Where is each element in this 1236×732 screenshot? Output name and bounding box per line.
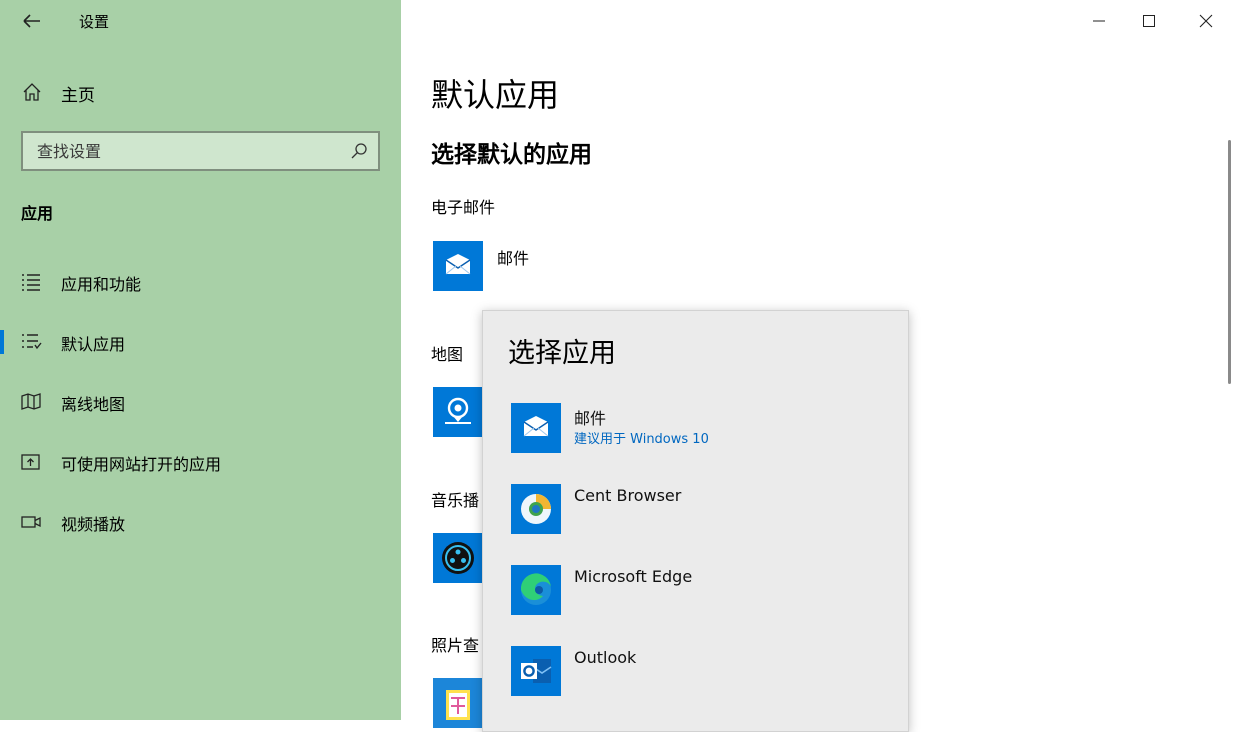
sidebar-item-open-with-website[interactable]: 可使用网站打开的应用 (0, 444, 401, 480)
category-maps-label: 地图 (431, 345, 464, 364)
sidebar-item-label: 离线地图 (61, 395, 126, 414)
cent-browser-icon (521, 494, 551, 524)
video-icon (21, 516, 41, 528)
flyout-item-name: Outlook (574, 648, 637, 667)
section-subtitle: 选择默认的应用 (431, 142, 592, 168)
minimize-button[interactable] (1081, 8, 1117, 34)
music-default-app-tile[interactable] (433, 533, 483, 583)
music-player-icon (442, 542, 474, 574)
outlook-tile (511, 646, 561, 696)
maps-app-icon (445, 397, 471, 424)
recommended-note: 建议用于 Windows 10 (574, 432, 709, 447)
list-icon (22, 274, 40, 291)
flyout-item-cent-browser[interactable]: Cent Browser (483, 474, 908, 546)
sidebar-item-default-apps[interactable]: 默认应用 (0, 324, 401, 360)
flyout-item-microsoft-edge[interactable]: Microsoft Edge (483, 555, 908, 627)
email-default-app-name[interactable]: 邮件 (497, 245, 529, 269)
outlook-icon (521, 659, 552, 683)
search-icon[interactable] (350, 142, 368, 160)
sidebar: 设置 主页 应用 应用和功能 默认应用 离线地图 (0, 0, 401, 720)
mail-icon (523, 416, 549, 437)
sidebar-item-offline-maps[interactable]: 离线地图 (0, 384, 401, 420)
photos-default-app-tile[interactable] (433, 678, 483, 728)
search-input[interactable] (23, 133, 352, 169)
back-button[interactable] (18, 8, 46, 34)
maximize-button[interactable] (1131, 8, 1167, 34)
maps-default-app-tile[interactable] (433, 387, 483, 437)
mail-icon (445, 254, 471, 275)
email-default-app-tile[interactable] (433, 241, 483, 291)
sidebar-item-label: 视频播放 (61, 515, 126, 534)
category-email-label: 电子邮件 (431, 198, 496, 217)
home-nav-item[interactable]: 主页 (0, 78, 401, 108)
search-box[interactable] (21, 131, 380, 171)
map-icon (21, 393, 41, 410)
flyout-item-name: 邮件 (574, 409, 607, 428)
sidebar-item-label: 可使用网站打开的应用 (61, 455, 222, 474)
default-apps-icon (22, 334, 42, 350)
close-button[interactable] (1188, 8, 1224, 34)
edge-tile (511, 565, 561, 615)
flyout-title: 选择应用 (508, 338, 616, 369)
minimize-icon (1093, 20, 1105, 22)
selection-indicator (0, 330, 4, 354)
category-photos-label: 照片查 (431, 636, 480, 655)
sidebar-item-label: 应用和功能 (61, 275, 142, 294)
sidebar-item-label: 默认应用 (61, 335, 126, 354)
flyout-item-mail[interactable]: 邮件 建议用于 Windows 10 (483, 393, 908, 465)
choose-app-flyout: 选择应用 邮件 建议用于 Windows 10 Cent Browser Mic… (482, 310, 909, 732)
photo-viewer-icon (446, 690, 470, 720)
close-icon (1199, 14, 1213, 28)
scrollbar-thumb[interactable] (1228, 140, 1231, 384)
sidebar-item-apps-features[interactable]: 应用和功能 (0, 264, 401, 300)
home-label: 主页 (61, 86, 95, 106)
maximize-icon (1143, 15, 1155, 27)
page-title: 默认应用 (431, 76, 560, 114)
section-heading: 应用 (21, 204, 54, 223)
open-website-icon (21, 454, 40, 470)
flyout-item-name: Cent Browser (574, 486, 682, 505)
edge-icon (520, 573, 551, 605)
flyout-item-name: Microsoft Edge (574, 567, 693, 586)
window-title: 设置 (79, 13, 110, 31)
category-music-label: 音乐播 (431, 491, 480, 510)
flyout-item-outlook[interactable]: Outlook (483, 636, 908, 708)
home-icon (23, 83, 41, 101)
cent-browser-tile (511, 484, 561, 534)
mail-tile (511, 403, 561, 453)
sidebar-item-video-playback[interactable]: 视频播放 (0, 504, 401, 540)
back-arrow-icon (23, 14, 40, 28)
